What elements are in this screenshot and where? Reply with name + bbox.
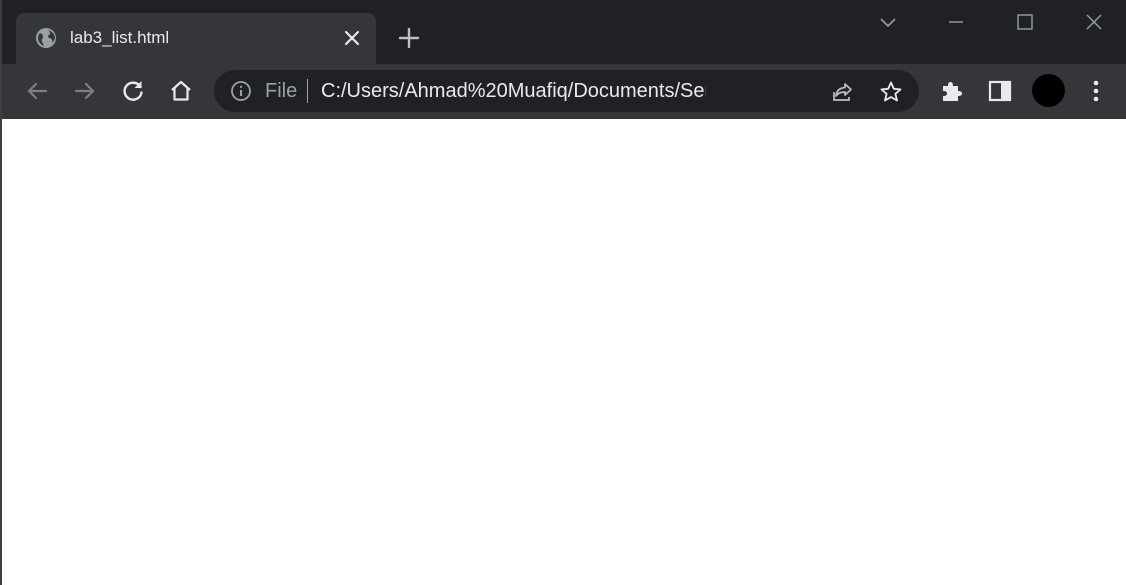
tab-title: lab3_list.html bbox=[70, 28, 170, 47]
tab-close-icon[interactable] bbox=[342, 28, 362, 48]
url-text[interactable]: C:/Users/Ahmad%20Muafiq/Documents/Semest… bbox=[321, 80, 706, 102]
back-arrow-icon[interactable] bbox=[24, 78, 50, 104]
address-bar[interactable]: File C:/Users/Ahmad%20Muafiq/Documents/S… bbox=[214, 70, 919, 112]
toolbar: File C:/Users/Ahmad%20Muafiq/Documents/S… bbox=[2, 64, 1126, 119]
home-icon[interactable] bbox=[168, 78, 194, 104]
new-tab-icon[interactable] bbox=[397, 26, 421, 50]
info-icon[interactable] bbox=[230, 80, 252, 102]
tab-search-chevron-icon[interactable] bbox=[876, 10, 900, 34]
close-window-icon[interactable] bbox=[1082, 10, 1106, 34]
side-panel-icon[interactable] bbox=[987, 78, 1013, 104]
profile-avatar[interactable] bbox=[1032, 74, 1065, 107]
maximize-icon[interactable] bbox=[1013, 10, 1037, 34]
globe-icon bbox=[35, 27, 57, 49]
bookmark-star-icon[interactable] bbox=[879, 80, 903, 104]
extensions-puzzle-icon[interactable] bbox=[939, 78, 965, 104]
page-content bbox=[4, 119, 1126, 585]
browser-window: lab3_list.html File C:/Users/Ahmad%20Mua… bbox=[0, 0, 1126, 585]
share-icon[interactable] bbox=[831, 80, 855, 104]
minimize-icon[interactable] bbox=[944, 10, 968, 34]
title-bar: lab3_list.html bbox=[2, 0, 1126, 64]
reload-icon[interactable] bbox=[120, 78, 146, 104]
omnibox-divider bbox=[307, 79, 308, 103]
tab-active[interactable]: lab3_list.html bbox=[16, 13, 376, 64]
forward-arrow-icon[interactable] bbox=[72, 78, 98, 104]
more-menu-icon[interactable] bbox=[1083, 78, 1109, 104]
scheme-label: File bbox=[265, 80, 298, 102]
